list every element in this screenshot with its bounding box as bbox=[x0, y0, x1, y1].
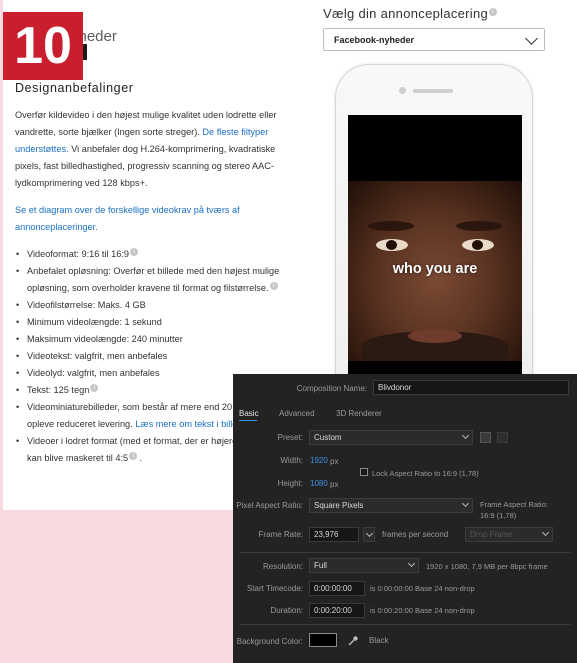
width-value[interactable]: 1920 bbox=[310, 456, 328, 465]
face-brow-left bbox=[368, 221, 414, 231]
list-item: Videofilstørrelse: Maks. 4 GB bbox=[15, 297, 285, 314]
delete-preset-icon[interactable] bbox=[497, 432, 508, 443]
width-label: Width: bbox=[280, 456, 303, 465]
list-item: Videotekst: valgfrit, men anbefales bbox=[15, 348, 285, 365]
start-timecode-input[interactable]: 0:00:00:00 bbox=[309, 581, 365, 596]
frame-rate-unit: frames per second bbox=[382, 530, 449, 539]
face-eye-left bbox=[376, 239, 408, 251]
resolution-info: 1920 x 1080, 7,9 MB per 8bpc frame bbox=[426, 562, 548, 571]
list-item-suffix: . bbox=[137, 453, 143, 463]
tab-3d-renderer[interactable]: 3D Renderer bbox=[336, 409, 382, 418]
height-unit: px bbox=[330, 480, 339, 489]
step-number-badge: 10 bbox=[3, 12, 83, 80]
placement-select[interactable]: Facebook-nyheder bbox=[323, 28, 545, 51]
duration-info: is 0:00:20:00 Base 24 non-drop bbox=[370, 606, 475, 615]
background-color-name: Black bbox=[369, 636, 389, 645]
info-icon[interactable]: i bbox=[90, 383, 99, 392]
info-icon[interactable]: i bbox=[269, 281, 278, 290]
list-item-text: Anbefalet opløsning: Overfør et billede … bbox=[27, 266, 280, 293]
placement-selected: Facebook-nyheder bbox=[334, 35, 415, 45]
comp-name-label: Composition Name: bbox=[296, 384, 367, 393]
height-value[interactable]: 1080 bbox=[310, 479, 328, 488]
frame-rate-label: Frame Rate: bbox=[258, 530, 303, 539]
background-color-label: Background Color: bbox=[236, 637, 303, 646]
preset-label: Preset: bbox=[277, 433, 303, 442]
video-caption: who you are bbox=[392, 261, 478, 277]
chevron-down-icon bbox=[461, 431, 470, 440]
list-item: Anbefalet opløsning: Overfør et billede … bbox=[15, 263, 285, 297]
pixel-aspect-label: Pixel Aspect Ratio: bbox=[236, 501, 303, 510]
info-icon[interactable]: i bbox=[489, 7, 498, 16]
resolution-label: Resolution: bbox=[262, 562, 303, 571]
info-icon[interactable]: i bbox=[129, 451, 138, 460]
placement-label-text: Vælg din annonceplacering bbox=[323, 6, 489, 21]
preset-select[interactable]: Custom bbox=[309, 430, 473, 445]
chevron-down-icon bbox=[461, 499, 470, 508]
chevron-down-icon bbox=[407, 559, 416, 568]
drop-frame-value: Drop Frame bbox=[470, 530, 513, 539]
duration-input[interactable]: 0:00:20:00 bbox=[309, 603, 365, 618]
resolution-select[interactable]: Full bbox=[309, 558, 419, 573]
pixel-aspect-select[interactable]: Square Pixels bbox=[309, 498, 473, 513]
face-lips bbox=[408, 329, 462, 343]
start-timecode-label: Start Timecode: bbox=[246, 584, 303, 593]
divider bbox=[239, 624, 571, 625]
tab-active-indicator bbox=[239, 420, 257, 421]
face-brow-right bbox=[456, 221, 502, 231]
diagram-link[interactable]: Se et diagram over de forskellige videok… bbox=[15, 205, 240, 232]
comp-name-input[interactable]: Blivdonor bbox=[373, 380, 569, 395]
preset-value: Custom bbox=[314, 433, 342, 442]
list-item-text: Videotekst: valgfrit, men anbefales bbox=[27, 351, 168, 361]
drop-frame-select: Drop Frame bbox=[465, 527, 553, 542]
list-item: Videoformat: 9:16 til 16:9i bbox=[15, 246, 285, 263]
frame-aspect-label: Frame Aspect Ratio: bbox=[480, 500, 548, 509]
composition-settings-dialog: Composition Name: Blivdonor Basic Advanc… bbox=[233, 374, 577, 663]
face-eye-right bbox=[462, 239, 494, 251]
list-item: Minimum videolængde: 1 sekund bbox=[15, 314, 285, 331]
list-item-text: Videoformat: 9:16 til 16:9 bbox=[27, 249, 129, 259]
list-item-text: Videolyd: valgfrit, men anbefales bbox=[27, 368, 160, 378]
start-timecode-info: is 0:00:00:00 Base 24 non-drop bbox=[370, 584, 475, 593]
section-title: Designanbefalinger bbox=[15, 81, 134, 95]
camera-icon bbox=[399, 87, 406, 94]
list-item-text: Videofilstørrelse: Maks. 4 GB bbox=[27, 300, 146, 310]
height-label: Height: bbox=[277, 479, 303, 488]
list-item-text: Tekst: 125 tegn bbox=[27, 385, 90, 395]
intro-paragraph: Overfør kildevideo i den højest mulige k… bbox=[15, 107, 285, 192]
tab-basic[interactable]: Basic bbox=[239, 409, 259, 418]
frame-rate-input[interactable]: 23,976 bbox=[309, 527, 359, 542]
diagram-paragraph: Se et diagram over de forskellige videok… bbox=[15, 202, 285, 236]
speaker-icon bbox=[413, 89, 453, 93]
list-item-text: Maksimum videolængde: 240 minutter bbox=[27, 334, 183, 344]
resolution-value: Full bbox=[314, 561, 327, 570]
list-item: Maksimum videolængde: 240 minutter bbox=[15, 331, 285, 348]
lock-aspect-label: Lock Aspect Ratio to 16:9 (1,78) bbox=[372, 469, 479, 478]
frame-rate-dropdown[interactable] bbox=[363, 527, 375, 542]
info-icon[interactable]: i bbox=[129, 247, 138, 256]
chevron-down-icon bbox=[525, 32, 538, 45]
duration-label: Duration: bbox=[270, 606, 303, 615]
tab-advanced[interactable]: Advanced bbox=[279, 409, 315, 418]
list-item-text: Minimum videolængde: 1 sekund bbox=[27, 317, 162, 327]
lock-aspect-checkbox[interactable] bbox=[360, 468, 368, 476]
frame-aspect-value: 16:9 (1,78) bbox=[480, 511, 517, 520]
divider bbox=[239, 552, 571, 553]
eyedropper-icon[interactable] bbox=[347, 633, 359, 647]
save-preset-icon[interactable] bbox=[480, 432, 491, 443]
pixel-aspect-value: Square Pixels bbox=[314, 501, 364, 510]
width-unit: px bbox=[330, 457, 339, 466]
background-color-swatch[interactable] bbox=[309, 633, 337, 647]
placement-label: Vælg din annonceplacering i bbox=[323, 6, 498, 21]
chevron-down-icon bbox=[541, 528, 550, 537]
